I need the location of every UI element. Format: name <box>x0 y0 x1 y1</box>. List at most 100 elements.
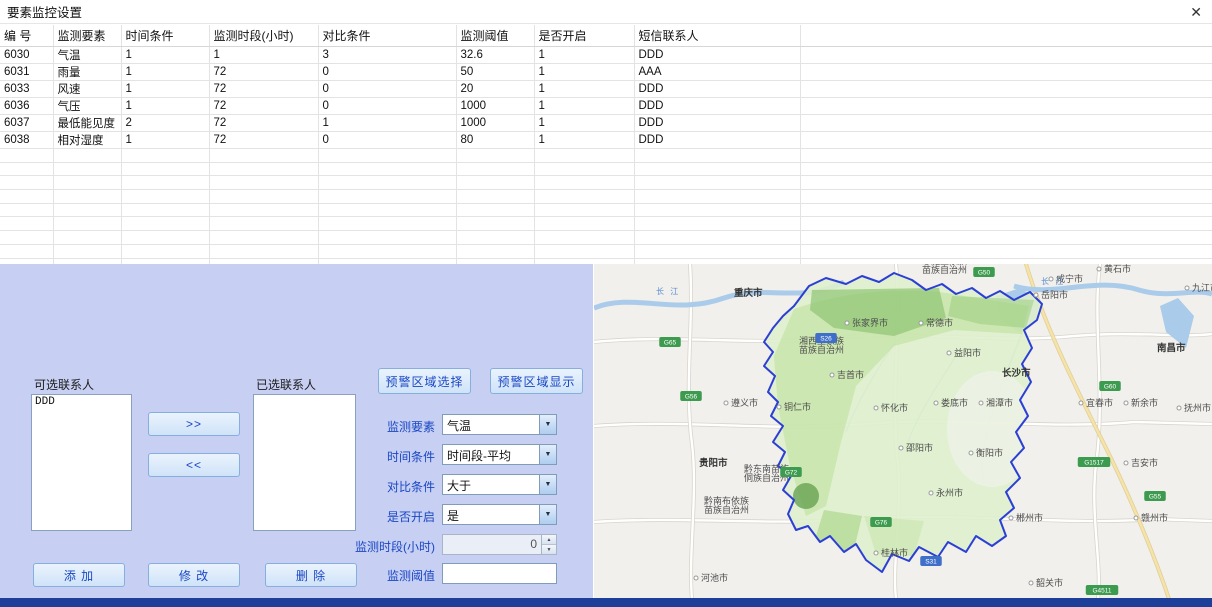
selected-contacts-label: 已选联系人 <box>256 376 316 393</box>
map-city-label: 黄石市 <box>1104 264 1131 274</box>
map-city-label: 抚州市 <box>1184 402 1211 413</box>
table-empty-row[interactable] <box>0 244 1212 258</box>
road-badge-label: G50 <box>978 270 991 277</box>
table-empty-row[interactable] <box>0 203 1212 217</box>
spin-down-icon[interactable]: ▼ <box>542 545 556 554</box>
move-left-button[interactable]: << <box>148 453 240 477</box>
city-marker-icon <box>1097 267 1101 271</box>
column-header[interactable]: 对比条件 <box>318 25 456 47</box>
period-spinner-value: 0 <box>443 535 541 554</box>
chevron-down-icon[interactable]: ▼ <box>539 415 556 434</box>
table-empty-row[interactable] <box>0 231 1212 245</box>
column-header[interactable]: 是否开启 <box>534 25 634 47</box>
city-marker-icon <box>947 351 951 355</box>
map-city-label: 新余市 <box>1131 397 1158 408</box>
table-empty-row[interactable] <box>0 176 1212 190</box>
road-badge-label: G76 <box>875 520 888 527</box>
move-right-button[interactable]: >> <box>148 412 240 436</box>
delete-button[interactable]: 删 除 <box>265 563 357 587</box>
column-header[interactable]: 监测要素 <box>53 25 121 47</box>
table-empty-row[interactable] <box>0 190 1212 204</box>
warn-area-select-button[interactable]: 预警区域选择 <box>378 368 471 394</box>
city-marker-icon <box>874 551 878 555</box>
table-row[interactable]: 6033风速1720201DDD <box>0 81 1212 98</box>
river-label: 长 江 <box>1041 276 1065 286</box>
bottom-section: 可选联系人 DDD >> << 已选联系人 预警区域选择 预警区域显示 监测要素… <box>0 264 1212 607</box>
map-panel[interactable]: 重庆市岳阳市常德市张家界市湘西土家族苗族自治州益阳市吉首市长沙市南昌市黄石市咸宁… <box>594 264 1212 599</box>
city-marker-icon <box>919 321 923 325</box>
map-city-label: 张家界市 <box>852 317 888 328</box>
city-marker-icon <box>694 576 698 580</box>
city-marker-icon <box>1009 516 1013 520</box>
table-row[interactable]: 6038相对湿度1720801DDD <box>0 132 1212 149</box>
table-row[interactable]: 6036气压172010001DDD <box>0 98 1212 115</box>
modify-button[interactable]: 修 改 <box>148 563 240 587</box>
available-contacts-list[interactable]: DDD <box>31 394 132 531</box>
enabled-select[interactable]: 是 ▼ <box>442 504 557 525</box>
map-city-label: 重庆市 <box>734 287 763 299</box>
threshold-input[interactable] <box>442 563 557 584</box>
column-header[interactable]: 短信联系人 <box>634 25 800 47</box>
enabled-select-value: 是 <box>443 505 539 524</box>
city-marker-icon <box>1034 293 1038 297</box>
table-row[interactable]: 6030气温11332.61DDD <box>0 47 1212 64</box>
road-badge-label: G55 <box>1149 494 1162 501</box>
element-select[interactable]: 气温 ▼ <box>442 414 557 435</box>
map-city-label: 贵阳市 <box>699 457 728 469</box>
map-city-label: 遵义市 <box>731 397 758 408</box>
element-select-value: 气温 <box>443 415 539 434</box>
road-badge-label: G56 <box>685 394 698 401</box>
map-city-label: 赣州市 <box>1141 512 1168 523</box>
title-bar: 要素监控设置 ✕ <box>0 0 1212 24</box>
road-badge-label: G1517 <box>1084 460 1104 467</box>
city-marker-icon <box>1185 286 1189 290</box>
contact-item[interactable]: DDD <box>32 395 131 409</box>
map-city-label: 吉安市 <box>1131 457 1158 468</box>
window-title: 要素监控设置 <box>0 2 82 21</box>
city-marker-icon <box>979 401 983 405</box>
monitor-grid[interactable]: 编 号监测要素时间条件监测时段(小时)对比条件监测阈值是否开启短信联系人6030… <box>0 25 1212 264</box>
close-icon[interactable]: ✕ <box>1190 3 1202 21</box>
table-row[interactable]: 6031雨量1720501AAA <box>0 64 1212 81</box>
column-header[interactable]: 时间条件 <box>121 25 209 47</box>
compare-select[interactable]: 大于 ▼ <box>442 474 557 495</box>
map-city-label: 长沙市 <box>1002 367 1031 379</box>
bottom-strip <box>0 598 1212 607</box>
time-cond-label: 时间条件 <box>300 448 435 465</box>
column-header[interactable]: 编 号 <box>0 25 53 47</box>
add-button[interactable]: 添 加 <box>33 563 125 587</box>
monitor-table-area: 编 号监测要素时间条件监测时段(小时)对比条件监测阈值是否开启短信联系人6030… <box>0 25 1212 264</box>
column-header[interactable]: 监测阈值 <box>456 25 534 47</box>
table-empty-row[interactable] <box>0 162 1212 176</box>
city-marker-icon <box>845 321 849 325</box>
chevron-down-icon[interactable]: ▼ <box>539 445 556 464</box>
river-label: 长 江 <box>656 286 680 296</box>
spin-up-icon[interactable]: ▲ <box>542 535 556 545</box>
map-city-label: 铜仁市 <box>784 401 811 412</box>
time-cond-select[interactable]: 时间段-平均 ▼ <box>442 444 557 465</box>
table-empty-row[interactable] <box>0 149 1212 163</box>
warn-area-display-button[interactable]: 预警区域显示 <box>490 368 583 394</box>
map-city-label: 邵阳市 <box>906 442 933 453</box>
city-marker-icon <box>724 401 728 405</box>
column-header[interactable]: 监测时段(小时) <box>209 25 318 47</box>
city-marker-icon <box>934 401 938 405</box>
enabled-label: 是否开启 <box>300 508 435 525</box>
table-empty-row[interactable] <box>0 217 1212 231</box>
chevron-down-icon[interactable]: ▼ <box>539 475 556 494</box>
road-badge-label: G4511 <box>1092 588 1111 595</box>
chevron-down-icon[interactable]: ▼ <box>539 505 556 524</box>
app-window: 要素监控设置 ✕ 编 号监测要素时间条件监测时段(小时)对比条件监测阈值是否开启… <box>0 0 1212 607</box>
city-marker-icon <box>1134 516 1138 520</box>
element-label: 监测要素 <box>300 418 435 435</box>
city-marker-icon <box>874 406 878 410</box>
map-svg[interactable]: 重庆市岳阳市常德市张家界市湘西土家族苗族自治州益阳市吉首市长沙市南昌市黄石市咸宁… <box>594 264 1212 599</box>
map-city-label: 南昌市 <box>1157 342 1186 354</box>
period-spinner[interactable]: 0 ▲ ▼ <box>442 534 557 555</box>
compare-label: 对比条件 <box>300 478 435 495</box>
road-badge-label: G60 <box>1104 384 1117 391</box>
table-row[interactable]: 6037最低能见度272110001DDD <box>0 115 1212 132</box>
time-cond-select-value: 时间段-平均 <box>443 445 539 464</box>
city-marker-icon <box>1124 401 1128 405</box>
column-header-filler <box>800 25 1212 47</box>
